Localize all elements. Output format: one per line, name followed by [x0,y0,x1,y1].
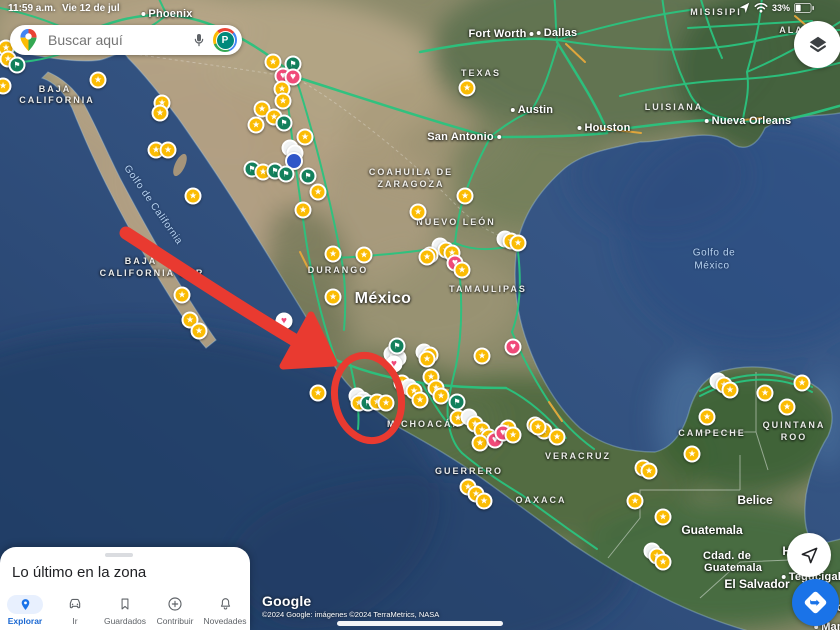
saved-star-pin[interactable]: ★ [412,392,429,409]
copyright-line: ©2024 Google: imágenes ©2024 TerraMetric… [262,610,439,619]
saved-star-pin[interactable]: ★ [684,446,701,463]
active-pill [7,595,43,614]
saved-star-pin[interactable]: ★ [378,395,395,412]
saved-star-pin[interactable]: ★ [457,188,474,205]
google-watermark: Google [262,593,439,609]
search-bar[interactable]: P [10,25,242,55]
location-arrow-icon [739,2,750,13]
favorite-heart-pin[interactable]: ♥ [386,356,403,373]
saved-star-pin[interactable]: ★ [530,419,547,436]
saved-star-pin[interactable]: ★ [297,129,314,146]
directions-button[interactable]: ➥ [792,579,839,626]
bell-icon [218,596,233,612]
saved-star-pin[interactable]: ★ [433,388,450,405]
want-to-go-flag-pin[interactable]: ⚑ [449,394,466,411]
account-avatar[interactable]: P [213,28,237,52]
bookmark-icon [118,596,132,612]
saved-star-pin[interactable]: ★ [90,72,107,89]
nav-novedades[interactable]: Novedades [200,594,250,626]
saved-star-pin[interactable]: ★ [310,385,327,402]
avatar-initial: P [216,31,235,50]
saved-star-pin[interactable]: ★ [419,351,436,368]
send-arrow-icon [800,546,819,565]
saved-star-pin[interactable]: ★ [295,202,312,219]
want-to-go-flag-pin[interactable]: ⚑ [389,338,406,355]
battery-percent: 33% [772,3,790,13]
my-location-button[interactable] [787,533,831,577]
map-attribution: Google ©2024 Google: imágenes ©2024 Terr… [262,593,439,619]
status-bar: 11:59 a.m. Vie 12 de jul 33% [0,0,840,18]
saved-star-pin[interactable]: ★ [160,142,177,159]
saved-star-pin[interactable]: ★ [641,463,658,480]
nav-ir[interactable]: Ir [50,594,100,626]
home-indicator[interactable] [337,621,503,626]
saved-star-pin[interactable]: ★ [325,246,342,263]
saved-star-pin[interactable]: ★ [505,427,522,444]
want-to-go-flag-pin[interactable]: ⚑ [9,57,26,74]
panel-title: Lo último en la zona [12,564,146,581]
want-to-go-flag-pin[interactable]: ⚑ [278,166,295,183]
directions-icon: ➥ [803,590,827,614]
microphone-icon[interactable] [191,31,207,49]
saved-star-pin[interactable]: ★ [655,554,672,571]
saved-star-pin[interactable]: ★ [419,249,436,266]
saved-star-pin[interactable]: ★ [757,385,774,402]
saved-star-pin[interactable]: ★ [627,493,644,510]
saved-star-pin[interactable]: ★ [779,399,796,416]
favorite-heart-pin[interactable]: ♥ [276,313,293,330]
saved-star-pin[interactable]: ★ [248,117,265,134]
saved-star-pin[interactable]: ★ [699,409,716,426]
date: Vie 12 de jul [62,3,120,14]
saved-star-pin[interactable]: ★ [410,204,427,221]
saved-star-pin[interactable]: ★ [722,382,739,399]
wifi-icon [754,2,768,13]
saved-star-pin[interactable]: ★ [303,334,320,351]
nav-contribuir[interactable]: Contribuir [150,594,200,626]
google-maps-app: PhoenixFort WorthDallasTEXASAustinHousto… [0,0,840,630]
favorite-heart-pin[interactable]: ♥ [505,339,522,356]
want-to-go-flag-pin[interactable]: ⚑ [300,168,317,185]
saved-star-pin[interactable]: ★ [185,188,202,205]
saved-star-pin[interactable]: ★ [275,93,292,110]
nav-guardados[interactable]: Guardados [100,594,150,626]
satellite-map[interactable] [0,0,840,630]
saved-star-pin[interactable]: ★ [459,80,476,97]
layers-icon [807,34,829,56]
saved-star-pin[interactable]: ★ [549,429,566,446]
saved-star-pin[interactable]: ★ [510,235,527,252]
want-to-go-flag-pin[interactable]: ⚑ [276,115,293,132]
saved-star-pin[interactable]: ★ [476,493,493,510]
saved-star-pin[interactable]: ★ [655,509,672,526]
saved-star-pin[interactable]: ★ [474,348,491,365]
layers-button[interactable] [794,21,840,68]
saved-star-pin[interactable]: ★ [454,262,471,279]
saved-star-pin[interactable]: ★ [174,287,191,304]
saved-star-pin[interactable]: ★ [794,375,811,392]
explore-pin-icon [19,598,32,611]
battery-icon [794,3,814,13]
plus-circle-icon [167,596,183,612]
saved-star-pin[interactable]: ★ [152,105,169,122]
nav-explorar[interactable]: Explorar [0,594,50,626]
saved-star-pin[interactable]: ★ [310,184,327,201]
saved-star-pin[interactable]: ★ [191,323,208,340]
saved-star-pin[interactable]: ★ [356,247,373,264]
bottom-navigation: Explorar Ir Guardados [0,594,250,626]
clock: 11:59 a.m. [8,3,56,14]
car-icon [66,596,84,612]
drag-handle[interactable] [105,553,133,557]
bottom-sheet[interactable]: Lo último en la zona Explorar [0,547,250,630]
saved-star-pin[interactable]: ★ [325,289,342,306]
search-input[interactable] [46,31,191,49]
google-maps-logo [19,28,38,52]
